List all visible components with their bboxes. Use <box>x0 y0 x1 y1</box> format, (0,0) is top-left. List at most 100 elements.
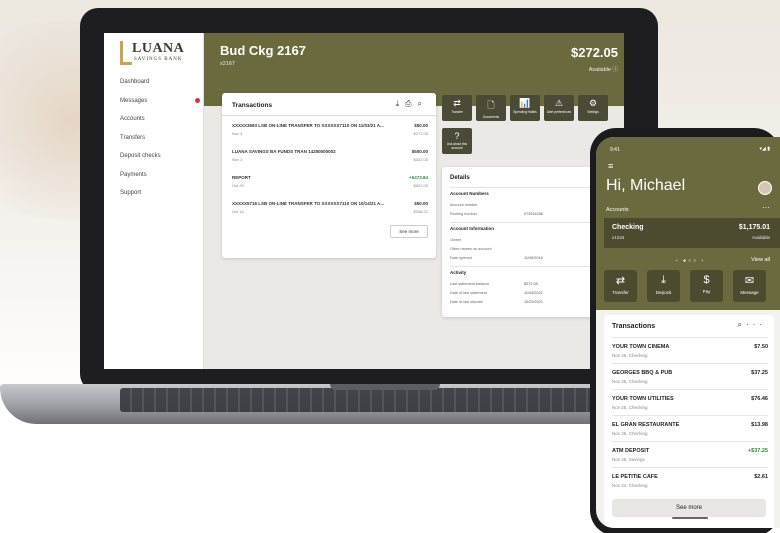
deposit-button[interactable]: ⤓ Deposit <box>647 270 680 302</box>
settings-button[interactable]: ⚙ Settings <box>578 95 608 121</box>
laptop-hinge <box>330 384 440 390</box>
sidebar-item-label: Accounts <box>120 116 145 122</box>
transaction-amount: $2.61 <box>754 474 768 480</box>
quick-action-label: Documents <box>482 115 500 119</box>
print-icon[interactable]: ⎙ <box>405 99 417 108</box>
quick-action-label: Settings <box>587 110 599 114</box>
sidebar-item-messages[interactable]: Messages <box>120 92 200 111</box>
alert-icon: ⚠ <box>554 98 564 108</box>
transaction-description: REPORT <box>232 175 251 180</box>
transaction-amount: $37.25 <box>751 370 768 376</box>
see-more-button[interactable]: See more <box>612 499 766 517</box>
see-more-button[interactable]: See more <box>390 225 428 238</box>
account-balance: $272.05 <box>571 45 618 60</box>
transaction-amount: $13.98 <box>751 422 768 428</box>
transaction-date: Nov 25, Checking <box>612 379 648 384</box>
table-row[interactable]: XXXXX5716 LSB ON-LINE TRANSFER TO XXXXXX… <box>232 201 428 221</box>
detail-value: 11/04/2021 <box>524 291 543 295</box>
detail-label: Other names on account <box>450 247 492 251</box>
account-title: Bud Ckg 2167 <box>220 43 306 58</box>
section-heading: Account Information <box>450 226 494 231</box>
list-item[interactable]: LE PETITIE CAFE Nov 24, Checking $2.61 <box>612 467 768 493</box>
more-options-icon[interactable]: ··· <box>746 320 766 329</box>
detail-label: Account number <box>450 203 478 207</box>
account-balance: $1,175.01 <box>738 224 770 231</box>
transactions-card: Transactions ⤓⎙⌕ XXXXX3593 LSB ON-LINE T… <box>222 93 436 258</box>
documents-button[interactable]: 🗋 Documents <box>476 95 506 121</box>
transfer-button[interactable]: ⇄ Transfer <box>442 95 472 121</box>
spending-habits-button[interactable]: 📊 Spending Habits <box>510 95 540 121</box>
sidebar-item-transfers[interactable]: Transfers <box>120 129 200 148</box>
sidebar-item-deposit-checks[interactable]: Deposit checks <box>120 147 200 166</box>
list-item[interactable]: YOUR TOWN UTILITIES Nov 25, Checking $76… <box>612 389 768 415</box>
view-all-link[interactable]: View all <box>751 257 770 263</box>
detail-value: $272.05 <box>524 282 538 286</box>
logo-subtitle: SAVINGS BANK <box>134 57 183 62</box>
search-icon[interactable]: ⌕ <box>418 99 428 108</box>
ask-about-account-button[interactable]: ? Ask about this account <box>442 128 472 154</box>
transaction-date: Nov 24, Checking <box>612 483 648 488</box>
table-row[interactable]: LUANA SAVINGS BA FUNDS TRAN 14250000002 … <box>232 149 428 169</box>
sidebar-item-dashboard[interactable]: Dashboard <box>120 73 200 92</box>
download-icon[interactable]: ⤓ <box>396 99 406 108</box>
running-balance: $322.05 <box>413 157 428 162</box>
search-icon[interactable]: ⌕ <box>738 320 746 329</box>
transaction-amount: $500.00 <box>411 149 428 154</box>
transactions-toolbar: ⌕··· <box>738 320 766 330</box>
carousel-pager[interactable]: ‹ ●○○ › <box>676 258 705 264</box>
account-card[interactable]: Checking x1234 $1,175.01 Available <box>604 218 780 248</box>
laptop-screen: LUANA SAVINGS BANK Dashboard Messages Ac… <box>104 33 624 369</box>
transactions-toolbar: ⤓⎙⌕ <box>396 99 428 109</box>
details-title: Details <box>450 175 470 181</box>
transaction-description: EL GRAN RESTAURANTE <box>612 422 680 428</box>
divider <box>222 115 436 116</box>
account-number: x2167 <box>220 61 235 67</box>
detail-value: 10/29/2021 <box>524 300 544 304</box>
table-row[interactable]: REPORT Oct 29 +$473.84 $822.05 <box>232 175 428 195</box>
hamburger-menu-icon[interactable]: ≡ <box>608 161 613 171</box>
transaction-description: LE PETITIE CAFE <box>612 474 658 480</box>
account-name: Checking <box>612 224 644 231</box>
laptop-keyboard <box>120 388 650 412</box>
list-item[interactable]: GEORGES BBQ & PUB Nov 25, Checking $37.2… <box>612 363 768 389</box>
quick-action-label: Transfer <box>451 110 463 114</box>
transaction-date: Oct 14 <box>232 209 244 214</box>
info-icon[interactable]: ⓘ <box>612 67 618 73</box>
transaction-date: Nov 25, Checking <box>612 431 648 436</box>
detail-label: Date of last statement <box>450 291 487 295</box>
avatar[interactable] <box>758 181 772 195</box>
sidebar-item-accounts[interactable]: Accounts <box>120 110 200 129</box>
detail-label: Date opened <box>450 256 472 260</box>
sidebar-item-payments[interactable]: Payments <box>120 166 200 185</box>
transaction-description: ATM DEPOSIT <box>612 448 650 454</box>
quick-action-label: Ask about this account <box>446 142 468 150</box>
sidebar-item-label: Support <box>120 190 142 196</box>
section-heading: Activity <box>450 270 467 275</box>
sidebar-item-label: Transfers <box>120 134 146 141</box>
transfer-button[interactable]: ⇄ Transfer <box>604 270 637 302</box>
sidebar: LUANA SAVINGS BANK Dashboard Messages Ac… <box>104 33 204 369</box>
account-number: x1234 <box>612 235 625 240</box>
list-item[interactable]: YOUR TOWN CINEMA Nov 25, Checking $7.50 <box>612 337 768 363</box>
greeting: Hi, Michael <box>606 177 686 194</box>
quick-action-label: Message <box>740 290 759 295</box>
list-item[interactable]: EL GRAN RESTAURANTE Nov 25, Checking $13… <box>612 415 768 441</box>
list-item[interactable]: ATM DEPOSIT Nov 25, Savings +$37.25 <box>612 441 768 467</box>
detail-value: 11/09/2016 <box>524 256 543 260</box>
transaction-date: Nov 2 <box>232 157 243 162</box>
sidebar-item-support[interactable]: Support <box>120 184 200 203</box>
logo-mark-icon <box>120 41 132 65</box>
more-options-icon[interactable]: ··· <box>762 203 770 212</box>
chart-icon: 📊 <box>519 98 531 108</box>
balance-label: Available ⓘ <box>589 65 618 73</box>
bank-logo[interactable]: LUANA SAVINGS BANK <box>120 41 192 67</box>
table-row[interactable]: XXXXX3593 LSB ON-LINE TRANSFER TO XXXXXX… <box>232 123 428 143</box>
message-button[interactable]: ✉ Message <box>733 270 766 302</box>
deposit-icon: ⤓ <box>661 274 666 286</box>
pay-button[interactable]: $ Pay <box>690 270 723 302</box>
transaction-amount: $50.00 <box>414 201 428 206</box>
transactions-heading: Transactions <box>232 102 273 109</box>
marketing-scene: LUANA SAVINGS BANK Dashboard Messages Ac… <box>0 0 780 533</box>
phone-header: 9:41 ▾◢ ▮ ≡ Hi, Michael Accounts ··· Che… <box>596 137 780 310</box>
alert-preferences-button[interactable]: ⚠ Alert preferences <box>544 95 574 121</box>
